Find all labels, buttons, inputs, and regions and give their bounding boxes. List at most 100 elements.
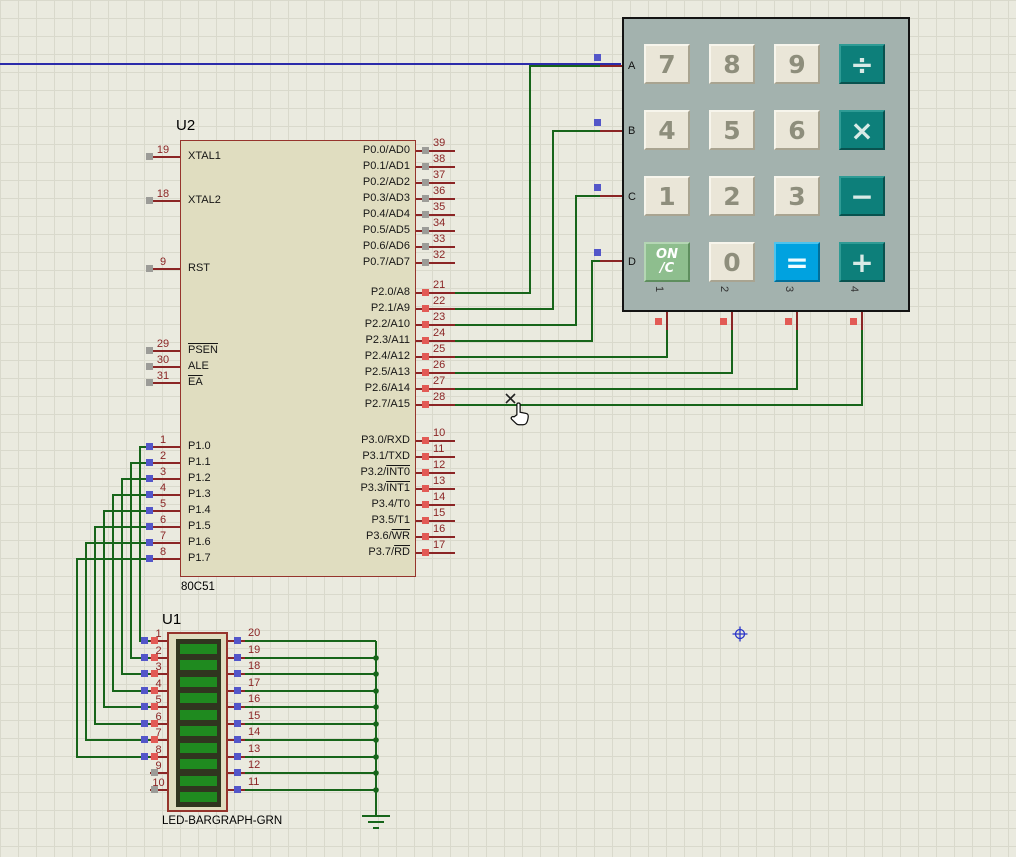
- bargraph-pin[interactable]: 18: [228, 660, 260, 679]
- pin-state-square: [151, 785, 158, 793]
- chip-pin[interactable]: 28 P2.7/A15: [365, 391, 455, 410]
- bargraph-pin[interactable]: 11: [228, 776, 259, 795]
- keypad-button[interactable]: 3: [774, 176, 820, 216]
- bargraph-pin[interactable]: 8: [141, 744, 167, 762]
- led-segment: [180, 660, 217, 671]
- chip-pin[interactable]: 9 RST: [146, 256, 210, 274]
- keypad-button[interactable]: ON /C: [644, 242, 690, 282]
- bargraph-pin[interactable]: 7: [141, 727, 167, 745]
- pin-name: P2.2/A10: [364, 318, 410, 330]
- chip-pin[interactable]: 4 P1.3: [146, 482, 211, 500]
- u1-part-label: LED-BARGRAPH-GRN: [162, 815, 283, 827]
- chip-pin[interactable]: 2 P1.1: [146, 450, 211, 468]
- pin-state-square: [151, 736, 158, 743]
- keypad-button[interactable]: 0: [709, 242, 755, 282]
- pin-state-square: [146, 363, 153, 370]
- u2-control-pins: 29 PSEN 30 ALE 31 EA: [146, 338, 218, 388]
- chip-pin[interactable]: 29 PSEN: [146, 338, 218, 356]
- chip-pin[interactable]: 6 P1.5: [146, 514, 211, 532]
- bargraph-ground-bus[interactable]: [245, 640, 377, 816]
- keypad-button[interactable]: −: [839, 176, 885, 216]
- u1-bargraph-body[interactable]: [167, 632, 228, 812]
- bargraph-pin[interactable]: 16: [228, 693, 260, 712]
- pin-name: P1.1: [188, 456, 211, 468]
- keypad-button[interactable]: 6: [774, 110, 820, 150]
- pin-state-square: [422, 517, 429, 524]
- chip-pin[interactable]: 8 P1.7: [146, 546, 211, 564]
- keypad-button[interactable]: 8: [709, 44, 755, 84]
- keypad-button[interactable]: +: [839, 242, 885, 282]
- bargraph-pin[interactable]: 17: [228, 677, 260, 696]
- pin-name: P0.4/AD4: [362, 208, 410, 220]
- chip-pin[interactable]: 18 XTAL2: [146, 188, 221, 233]
- bargraph-pin[interactable]: 14: [228, 726, 260, 745]
- chip-pin[interactable]: 30 ALE: [146, 354, 209, 372]
- chip-pin[interactable]: 17 P3.7/RD: [368, 539, 455, 558]
- pin-name: P3.6/WR: [365, 530, 410, 542]
- led-segment: [180, 676, 217, 687]
- pin-name: P2.6/A14: [364, 382, 410, 394]
- chip-pin[interactable]: 7 P1.6: [146, 530, 211, 548]
- keypad-button-label: 9: [788, 49, 806, 79]
- bargraph-pin[interactable]: 2: [141, 645, 167, 663]
- bargraph-pin[interactable]: 4: [141, 678, 167, 696]
- pin-state-square: [422, 243, 429, 250]
- bargraph-pin[interactable]: 1: [141, 628, 167, 646]
- keypad-button[interactable]: 9: [774, 44, 820, 84]
- led-segment: [180, 742, 217, 753]
- chip-pin[interactable]: 31 EA: [146, 370, 203, 388]
- keypad-button[interactable]: 4: [644, 110, 690, 150]
- keypad-button-label: ÷: [850, 47, 874, 81]
- pin-state-square: [151, 769, 158, 776]
- pin-state-square: [422, 369, 429, 376]
- bargraph-pin[interactable]: 15: [228, 710, 260, 729]
- keypad-button[interactable]: ×: [839, 110, 885, 150]
- chip-pin[interactable]: 32 P0.7/AD7: [363, 249, 455, 268]
- pin-state-square: [422, 337, 429, 344]
- bargraph-pin[interactable]: 12: [228, 759, 260, 778]
- bargraph-pin[interactable]: 3: [141, 661, 167, 679]
- keypad-row-wires[interactable]: [455, 65, 600, 342]
- pin-number: 21: [433, 279, 446, 291]
- keypad-row-labels: A B C D: [628, 33, 636, 295]
- keypad-button-label: ×: [850, 113, 874, 147]
- pin-name: P3.4/T0: [371, 498, 410, 510]
- calculator-keypad[interactable]: 7 8 9 ÷ 4 5 6 × 1 2 3 − ON /C 0 = + A B …: [622, 17, 910, 312]
- pin-number: 13: [433, 475, 446, 487]
- bargraph-pin[interactable]: 9: [150, 760, 167, 778]
- pin-number: 34: [433, 217, 446, 229]
- keypad-row-label: B: [628, 125, 636, 138]
- p1-to-bargraph-wires[interactable]: [76, 446, 150, 758]
- keypad-button[interactable]: =: [774, 242, 820, 282]
- bargraph-pin[interactable]: 10: [150, 777, 167, 795]
- chip-pin[interactable]: 19 XTAL1: [146, 144, 221, 189]
- keypad-button[interactable]: 5: [709, 110, 755, 150]
- chip-pin[interactable]: 1 P1.0: [146, 434, 211, 452]
- keypad-button[interactable]: 1: [644, 176, 690, 216]
- keypad-button[interactable]: 2: [709, 176, 755, 216]
- pin-name: P3.3/INT1: [360, 482, 410, 494]
- pin-state-square: [151, 719, 158, 727]
- keypad-button-label2: /C: [659, 261, 675, 276]
- bargraph-pin[interactable]: 20: [228, 627, 260, 646]
- pin-name: P0.6/AD6: [362, 240, 410, 252]
- chip-pin[interactable]: 3 P1.2: [146, 466, 211, 484]
- bargraph-pin[interactable]: 19: [228, 644, 260, 663]
- ground-symbol[interactable]: [362, 815, 390, 829]
- bargraph-pin[interactable]: 6: [141, 711, 167, 729]
- pin-name: XTAL2: [188, 194, 221, 206]
- pin-state-square: [422, 453, 429, 460]
- bargraph-pin[interactable]: 13: [228, 743, 260, 762]
- bargraph-pin[interactable]: 5: [141, 694, 167, 712]
- pin-number: 12: [248, 759, 261, 771]
- pin-state-square: [234, 752, 241, 760]
- keypad-button[interactable]: ÷: [839, 44, 885, 84]
- pin-number: 14: [248, 726, 261, 738]
- u2-rst-pin: 9 RST: [146, 256, 210, 274]
- led-segment: [180, 791, 217, 802]
- keypad-button[interactable]: 7: [644, 44, 690, 84]
- keypad-button-label: 7: [658, 49, 676, 79]
- chip-pin[interactable]: 5 P1.4: [146, 498, 211, 516]
- pin-state-square: [422, 163, 429, 170]
- pin-name: P1.7: [188, 552, 211, 564]
